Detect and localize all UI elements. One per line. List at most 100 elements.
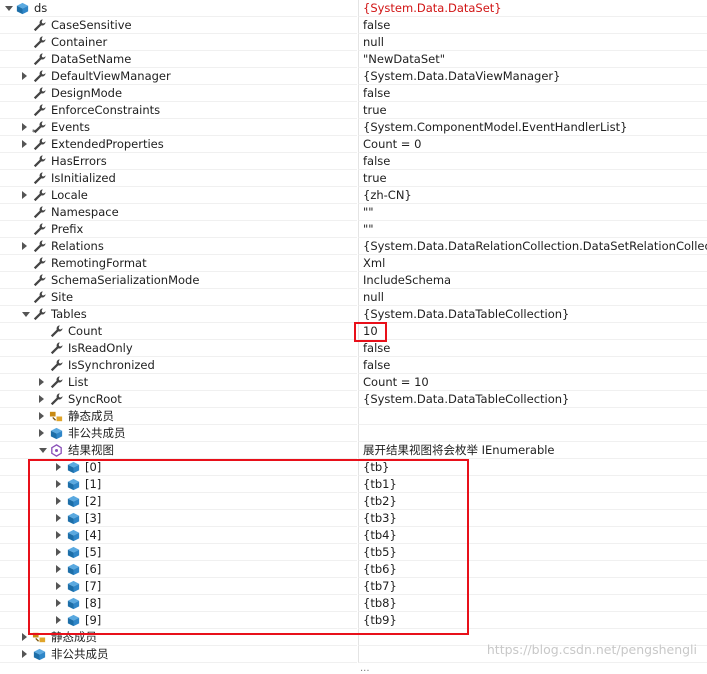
watch-row[interactable]: 结果视图 展开结果视图将会枚举 IEnumerable xyxy=(0,442,707,459)
watch-row[interactable]: Site null xyxy=(0,289,707,306)
expand-arrow-icon[interactable] xyxy=(39,378,44,386)
watch-row[interactable]: 非公共成员 xyxy=(0,425,707,442)
collapse-arrow-icon[interactable] xyxy=(5,6,13,11)
name-cell: Tables xyxy=(0,306,357,323)
value-cell[interactable] xyxy=(358,408,707,425)
value-cell[interactable]: false xyxy=(358,340,707,357)
wrench-icon xyxy=(32,307,47,322)
row-name: Events xyxy=(51,120,90,134)
value-cell[interactable]: false xyxy=(358,153,707,170)
value-cell[interactable]: IncludeSchema xyxy=(358,272,707,289)
value-cell[interactable]: {System.ComponentModel.EventHandlerList} xyxy=(358,119,707,136)
value-cell[interactable]: true xyxy=(358,170,707,187)
expand-arrow-icon[interactable] xyxy=(22,191,27,199)
name-cell: Count xyxy=(0,323,357,340)
watch-row[interactable]: RemotingFormat Xml xyxy=(0,255,707,272)
watch-row[interactable]: * Events {System.ComponentModel.EventHandl… xyxy=(0,119,707,137)
value-cell[interactable]: "NewDataSet" xyxy=(358,51,707,68)
value-cell[interactable]: 展开结果视图将会枚举 IEnumerable xyxy=(358,442,707,459)
watch-row[interactable]: DefaultViewManager {System.Data.DataViewM… xyxy=(0,68,707,85)
value-cell[interactable]: "" xyxy=(358,204,707,221)
watch-row[interactable]: Prefix "" xyxy=(0,221,707,238)
name-cell: List xyxy=(0,374,357,391)
value-cell[interactable]: false xyxy=(358,357,707,374)
value-cell[interactable]: {System.Data.DataSet} xyxy=(358,0,707,17)
row-name: 非公共成员 xyxy=(51,647,109,661)
name-cell: ds xyxy=(0,0,357,17)
name-cell: SyncRoot xyxy=(0,391,357,408)
value-cell[interactable]: Count = 10 xyxy=(358,374,707,391)
watch-row[interactable]: HasErrors false xyxy=(0,153,707,170)
value-cell[interactable]: true xyxy=(358,102,707,119)
row-value: "NewDataSet" xyxy=(363,52,446,66)
value-cell[interactable]: {System.Data.DataViewManager} xyxy=(358,68,707,85)
watch-row[interactable]: IsInitialized true xyxy=(0,170,707,187)
row-name: EnforceConstraints xyxy=(51,103,161,117)
watch-row[interactable]: 静态成员 xyxy=(0,408,707,425)
svg-text:*: * xyxy=(32,128,36,135)
expand-arrow-icon[interactable] xyxy=(39,395,44,403)
row-name: IsReadOnly xyxy=(68,341,133,355)
value-cell[interactable]: Xml xyxy=(358,255,707,272)
watch-row[interactable]: List Count = 10 xyxy=(0,374,707,391)
expand-arrow-icon[interactable] xyxy=(22,650,27,658)
cube-icon xyxy=(49,426,64,441)
watch-row[interactable]: Container null xyxy=(0,34,707,51)
row-name: DataSetName xyxy=(51,52,132,66)
expand-arrow-icon[interactable] xyxy=(22,123,27,131)
value-cell[interactable]: false xyxy=(358,85,707,102)
expand-arrow-icon[interactable] xyxy=(39,412,44,420)
value-cell[interactable]: false xyxy=(358,17,707,34)
value-cell[interactable]: 10 xyxy=(358,323,707,340)
expand-arrow-icon[interactable] xyxy=(22,140,27,148)
value-cell[interactable]: {System.Data.DataRelationCollection.Data… xyxy=(358,238,707,255)
wrench-icon xyxy=(32,256,47,271)
name-cell: IsSynchronized xyxy=(0,357,357,374)
watch-row[interactable]: Namespace "" xyxy=(0,204,707,221)
value-cell[interactable]: Count = 0 xyxy=(358,136,707,153)
expand-arrow-icon[interactable] xyxy=(39,429,44,437)
watch-row[interactable]: ExtendedProperties Count = 0 xyxy=(0,136,707,153)
row-name: 静态成员 xyxy=(68,409,114,423)
name-cell: EnforceConstraints xyxy=(0,102,357,119)
value-cell[interactable]: {System.Data.DataTableCollection} xyxy=(358,306,707,323)
row-name: IsInitialized xyxy=(51,171,116,185)
watch-row[interactable]: Relations {System.Data.DataRelationCollec… xyxy=(0,238,707,255)
watch-row[interactable]: DataSetName "NewDataSet" xyxy=(0,51,707,68)
wrench-icon xyxy=(32,239,47,254)
value-cell[interactable]: {zh-CN} xyxy=(358,187,707,204)
watch-row[interactable]: DesignMode false xyxy=(0,85,707,102)
collapse-arrow-icon[interactable] xyxy=(22,312,30,317)
watch-row[interactable]: IsReadOnly false xyxy=(0,340,707,357)
row-name: Prefix xyxy=(51,222,84,236)
collapse-arrow-icon[interactable] xyxy=(39,448,47,453)
watch-row[interactable]: SchemaSerializationMode IncludeSchema xyxy=(0,272,707,289)
row-value: true xyxy=(363,103,387,117)
wrench-icon xyxy=(32,69,47,84)
watch-row[interactable]: EnforceConstraints true xyxy=(0,102,707,119)
row-name: IsSynchronized xyxy=(68,358,155,372)
value-cell[interactable] xyxy=(358,425,707,442)
name-cell: * Events xyxy=(0,119,357,137)
row-value: {System.Data.DataSet} xyxy=(363,1,502,15)
highlight-box-count xyxy=(354,322,387,342)
watch-row[interactable]: Tables {System.Data.DataTableCollection} xyxy=(0,306,707,323)
expand-arrow-icon[interactable] xyxy=(22,72,27,80)
row-value: null xyxy=(363,35,384,49)
value-cell[interactable]: "" xyxy=(358,221,707,238)
value-cell[interactable]: null xyxy=(358,289,707,306)
name-cell: ExtendedProperties xyxy=(0,136,357,153)
watch-row[interactable]: Locale {zh-CN} xyxy=(0,187,707,204)
value-cell[interactable]: {System.Data.DataTableCollection} xyxy=(358,391,707,408)
watch-row[interactable]: ds {System.Data.DataSet} xyxy=(0,0,707,17)
row-value: {System.Data.DataViewManager} xyxy=(363,69,561,83)
watch-row[interactable]: SyncRoot {System.Data.DataTableCollection… xyxy=(0,391,707,408)
watch-row[interactable]: IsSynchronized false xyxy=(0,357,707,374)
row-value: null xyxy=(363,290,384,304)
value-cell[interactable]: null xyxy=(358,34,707,51)
cube-icon xyxy=(32,647,47,662)
expand-arrow-icon[interactable] xyxy=(22,633,27,641)
wrench-icon xyxy=(32,137,47,152)
expand-arrow-icon[interactable] xyxy=(22,242,27,250)
watch-row[interactable]: CaseSensitive false xyxy=(0,17,707,34)
